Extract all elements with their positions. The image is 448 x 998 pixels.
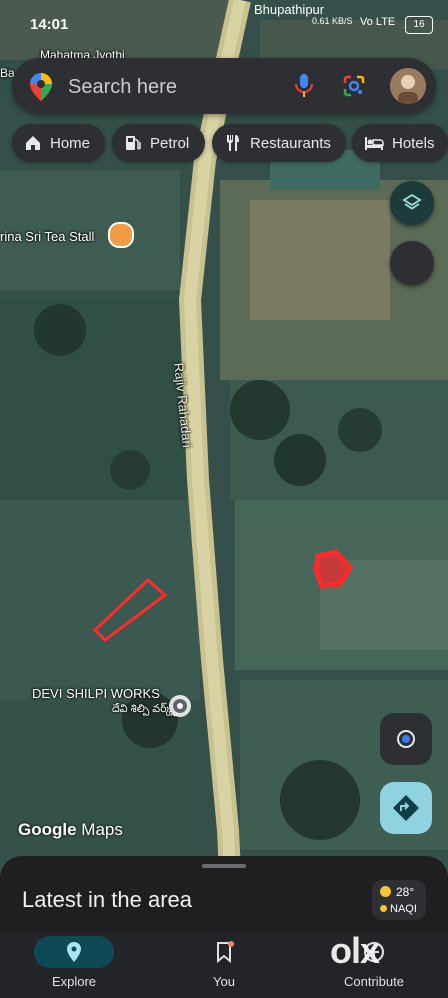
olx-watermark: olx xyxy=(330,930,380,971)
chip-label: Hotels xyxy=(392,134,435,152)
search-bar[interactable] xyxy=(12,58,436,114)
weather-temperature: 28° xyxy=(396,885,415,899)
nav-you[interactable]: You xyxy=(164,932,284,998)
google-lens-icon[interactable] xyxy=(342,74,366,98)
chip-hotels[interactable]: Hotels xyxy=(352,124,448,162)
fuel-icon xyxy=(126,136,141,150)
directions-icon xyxy=(393,795,419,821)
signal-indicator: Vo LTE xyxy=(360,16,396,28)
explore-pin-icon xyxy=(67,942,81,962)
status-place: Bhupathipur xyxy=(254,2,325,17)
layers-button[interactable] xyxy=(390,181,434,225)
poi-label[interactable]: DEVI SHILPI WORKS xyxy=(32,686,160,701)
map-label-tea-stall[interactable]: rina Sri Tea Stall xyxy=(0,229,94,244)
nav-label: You xyxy=(213,974,235,989)
search-input[interactable] xyxy=(66,72,290,102)
compass-button[interactable] xyxy=(390,241,434,285)
chip-restaurants[interactable]: Restaurants xyxy=(212,124,346,162)
my-location-icon xyxy=(397,730,415,748)
aqi-label: NAQI xyxy=(390,903,417,915)
latest-sheet[interactable]: Latest in the area 28° NAQI xyxy=(0,856,448,932)
sun-icon xyxy=(380,886,391,897)
poi-marker-icon[interactable] xyxy=(168,694,192,718)
directions-button[interactable] xyxy=(380,782,432,834)
nav-label: Contribute xyxy=(344,974,404,989)
battery-indicator: 16 xyxy=(405,16,433,34)
category-chips: Home Petrol Restaurants Hotels xyxy=(0,124,448,164)
layers-icon xyxy=(402,193,422,210)
weather-badge[interactable]: 28° NAQI xyxy=(372,880,426,920)
compass-icon xyxy=(404,259,420,267)
chip-label: Petrol xyxy=(150,134,190,152)
nav-explore[interactable]: Explore xyxy=(14,932,134,998)
profile-photo-icon xyxy=(390,68,426,104)
chip-petrol[interactable]: Petrol xyxy=(112,124,205,162)
cafe-icon[interactable] xyxy=(108,222,134,248)
avatar[interactable] xyxy=(390,68,426,104)
status-bar: 14:01 Bhupathipur 0.61 KB/S Vo LTE 16 xyxy=(0,0,448,50)
hotel-icon xyxy=(365,137,384,150)
chip-home[interactable]: Home xyxy=(12,124,105,162)
google-wordmark: Google xyxy=(18,820,77,839)
bookmark-icon xyxy=(217,941,234,964)
home-icon xyxy=(26,136,40,150)
maps-pin-icon xyxy=(30,73,52,101)
network-speed: 0.61 KB/S xyxy=(312,16,353,26)
air-quality: NAQI xyxy=(380,903,417,915)
microphone-icon[interactable] xyxy=(294,74,314,98)
maps-wordmark: Maps xyxy=(81,820,123,839)
restaurant-icon xyxy=(227,135,239,151)
chip-label: Home xyxy=(50,134,91,152)
aqi-dot-icon xyxy=(380,905,387,912)
sheet-drag-handle[interactable] xyxy=(202,864,246,868)
my-location-button[interactable] xyxy=(380,713,432,765)
status-time: 14:01 xyxy=(30,16,69,33)
nav-label: Explore xyxy=(51,974,97,989)
google-maps-logo: Google Maps xyxy=(18,820,123,840)
sheet-title: Latest in the area xyxy=(22,887,193,912)
chip-label: Restaurants xyxy=(250,134,331,152)
